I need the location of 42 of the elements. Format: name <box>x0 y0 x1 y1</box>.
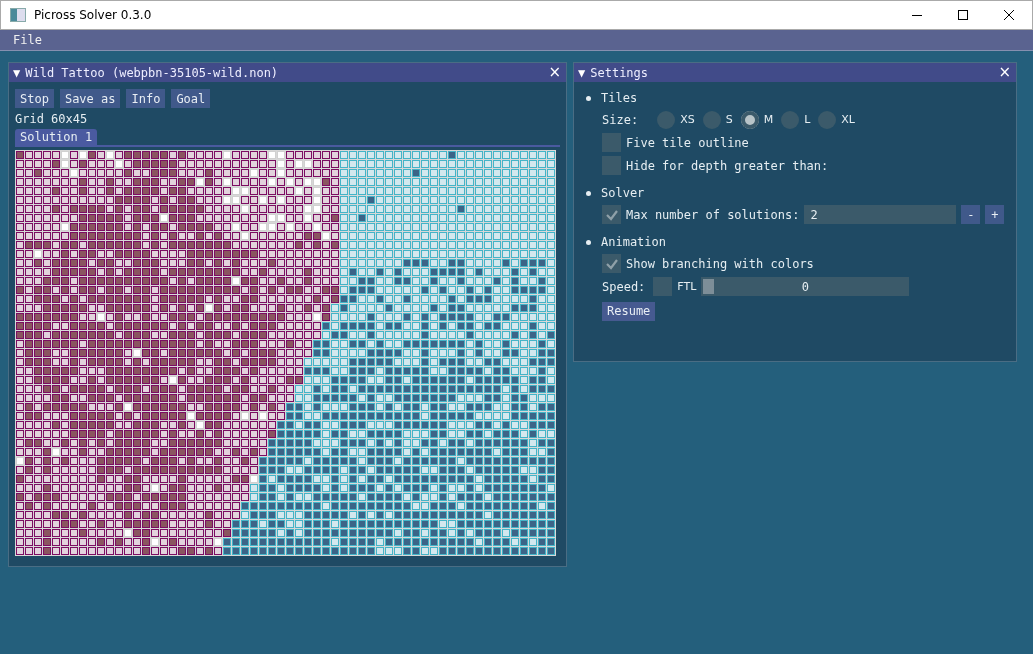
collapse-toggle[interactable]: ▼ <box>13 65 21 80</box>
window-title: Picross Solver 0.3.0 <box>34 8 153 22</box>
toolbar-button[interactable]: Info <box>126 89 166 108</box>
field-label: Speed: <box>602 279 646 294</box>
decrement-button[interactable]: - <box>961 205 981 224</box>
checkbox[interactable] <box>602 254 621 273</box>
checkbox[interactable] <box>602 205 621 224</box>
checkbox-label: Show branching with colors <box>626 256 814 271</box>
checkbox-label: Max number of solutions: <box>626 207 800 222</box>
toolbar-button[interactable]: Goal <box>171 89 211 108</box>
checkbox[interactable] <box>602 156 621 175</box>
bullet-icon <box>586 239 591 245</box>
bullet-icon <box>586 190 591 196</box>
menu-item[interactable]: File <box>13 33 42 47</box>
close-icon[interactable] <box>1003 9 1015 21</box>
grid-size-label: Grid 60x45 <box>15 112 89 126</box>
field-label: Size: <box>602 112 639 127</box>
collapse-toggle[interactable]: ▼ <box>578 65 586 80</box>
speed-slider[interactable]: 0 <box>701 277 910 296</box>
checkbox[interactable] <box>602 133 621 152</box>
resume-button[interactable]: Resume <box>602 301 656 321</box>
toolbar-button[interactable]: Save as <box>59 89 121 108</box>
increment-button[interactable]: + <box>985 205 1005 224</box>
section-heading: Tiles <box>601 91 638 105</box>
section-heading: Animation <box>601 235 667 249</box>
panel-title: Settings <box>590 65 650 80</box>
slider-value: 0 <box>801 279 809 294</box>
checkbox-label: Hide for depth greater than: <box>626 158 829 173</box>
panel-title: Wild Tattoo (webpbn-35105-wild.non) <box>25 65 280 80</box>
bullet-icon <box>586 95 591 101</box>
section-heading: Solver <box>601 186 645 200</box>
checkbox-label: FTL <box>677 280 697 293</box>
app-icon <box>10 8 26 22</box>
solution-tab[interactable]: Solution 1 <box>15 129 98 145</box>
slider-thumb[interactable] <box>703 279 715 294</box>
checkbox-label: Five tile outline <box>626 135 749 150</box>
toolbar-button[interactable]: Stop <box>15 89 54 108</box>
close-button[interactable]: × <box>998 65 1011 80</box>
maximize-icon[interactable] <box>957 9 969 21</box>
checkbox[interactable] <box>653 277 673 296</box>
number-field[interactable]: 2 <box>804 205 957 224</box>
close-button[interactable]: × <box>548 65 561 80</box>
